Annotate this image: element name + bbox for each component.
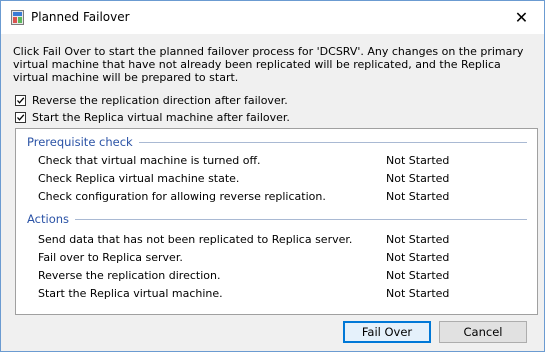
reverse-replication-label: Reverse the replication direction after … [32,94,288,107]
task-row: Check Replica virtual machine state. Not… [38,172,518,187]
actions-header: Actions [27,212,527,226]
task-status: Not Started [386,251,450,264]
start-replica-option[interactable]: Start the Replica virtual machine after … [15,111,290,124]
close-button[interactable]: ✕ [499,1,544,34]
task-row: Send data that has not been replicated t… [38,233,518,248]
section-divider [138,141,527,143]
checkmark-icon [17,114,25,121]
planned-failover-dialog: Planned Failover ✕ Click Fail Over to st… [0,0,545,352]
fail-over-button[interactable]: Fail Over [343,321,431,343]
hyper-v-replica-icon [11,10,24,25]
task-row: Start the Replica virtual machine. Not S… [38,287,518,302]
task-label: Fail over to Replica server. [38,251,183,264]
task-label: Check that virtual machine is turned off… [38,154,261,167]
task-status: Not Started [386,287,450,300]
task-label: Send data that has not been replicated t… [38,233,353,246]
task-row: Check that virtual machine is turned off… [38,154,518,169]
background-window-edge [545,0,553,358]
task-label: Check configuration for allowing reverse… [38,190,326,203]
cancel-button[interactable]: Cancel [439,321,527,343]
window-title: Planned Failover [31,10,130,24]
prerequisite-check-title: Prerequisite check [27,135,133,149]
section-divider [75,218,527,220]
reverse-replication-checkbox[interactable] [15,95,26,106]
task-panel: Prerequisite check Check that virtual ma… [15,128,538,315]
task-row: Fail over to Replica server. Not Started [38,251,518,266]
task-status: Not Started [386,233,450,246]
task-label: Check Replica virtual machine state. [38,172,240,185]
task-status: Not Started [386,269,450,282]
start-replica-label: Start the Replica virtual machine after … [32,111,290,124]
close-icon: ✕ [514,8,529,27]
task-row: Reverse the replication direction. Not S… [38,269,518,284]
task-row: Check configuration for allowing reverse… [38,190,518,205]
task-status: Not Started [386,190,450,203]
task-label: Reverse the replication direction. [38,269,221,282]
task-status: Not Started [386,172,450,185]
task-label: Start the Replica virtual machine. [38,287,223,300]
actions-title: Actions [27,212,70,226]
start-replica-checkbox[interactable] [15,112,26,123]
reverse-replication-option[interactable]: Reverse the replication direction after … [15,94,288,107]
intro-text: Click Fail Over to start the planned fai… [13,45,524,84]
task-status: Not Started [386,154,450,167]
prerequisite-check-header: Prerequisite check [27,135,527,149]
checkmark-icon [17,97,25,104]
title-bar: Planned Failover ✕ [1,1,544,34]
